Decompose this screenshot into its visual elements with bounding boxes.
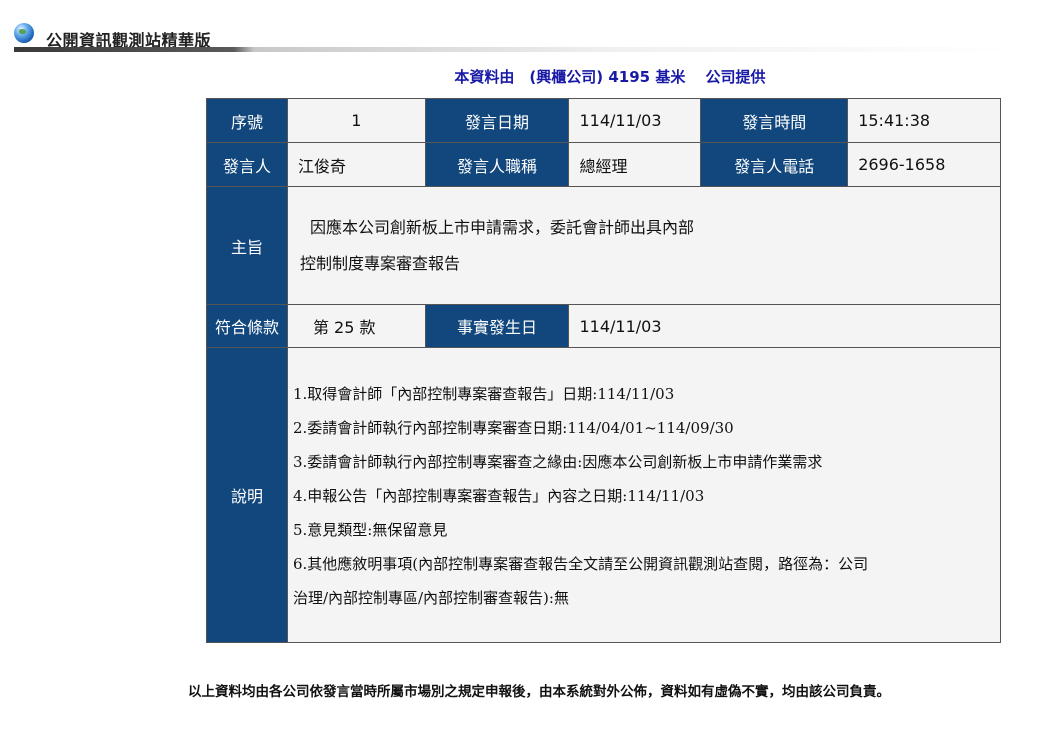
event-date-label: 事實發生日 xyxy=(424,304,570,348)
time-label: 發言時間 xyxy=(700,98,849,143)
speaker-label: 發言人 xyxy=(206,142,288,187)
seq-value: 1 xyxy=(286,98,426,143)
subject-label: 主旨 xyxy=(206,186,288,305)
clause-value: 第 25 款 xyxy=(286,304,426,348)
subject-line: 控制制度專案審查報告 xyxy=(299,253,460,273)
description-line: 3.委請會計師執行內部控制專案審查之緣由:因應本公司創新板上市申請作業需求 xyxy=(292,453,823,471)
description-value: 1.取得會計師「內部控制專案審查報告」日期:114/11/03 2.委請會計師執… xyxy=(286,347,1002,643)
table-row: 主旨 因應本公司創新板上市申請需求，委託會計師出具內部 控制制度專案審查報告 xyxy=(206,186,1002,305)
header-divider xyxy=(14,47,1014,52)
table-row: 序號 1 發言日期 114/11/03 發言時間 15:41:38 xyxy=(206,98,1001,143)
announcement-table: 序號 1 發言日期 114/11/03 發言時間 15:41:38 發言人 江俊… xyxy=(206,98,1002,643)
disclaimer-footer: 以上資料均由各公司依發言當時所屬市場別之規定申報後，由本系統對外公佈，資料如有虛… xyxy=(188,684,890,700)
seq-label: 序號 xyxy=(206,98,288,143)
description-line: 2.委請會計師執行內部控制專案審查日期:114/04/01~114/09/30 xyxy=(292,419,734,437)
subject-line: 因應本公司創新板上市申請需求，委託會計師出具內部 xyxy=(309,217,694,237)
table-row: 符合條款 第 25 款 事實發生日 114/11/03 xyxy=(206,304,1001,348)
clause-label: 符合條款 xyxy=(206,304,288,348)
speaker-title-value: 總經理 xyxy=(568,142,702,187)
speaker-value: 江俊奇 xyxy=(286,142,426,187)
description-label: 說明 xyxy=(206,347,288,643)
description-line: 1.取得會計師「內部控制專案審查報告」日期:114/11/03 xyxy=(292,385,675,403)
phone-label: 發言人電話 xyxy=(700,142,849,187)
table-row: 發言人 江俊奇 發言人職稱 總經理 發言人電話 2696-1658 xyxy=(206,142,1001,187)
date-label: 發言日期 xyxy=(424,98,570,143)
subject-value: 因應本公司創新板上市申請需求，委託會計師出具內部 控制制度專案審查報告 xyxy=(286,186,1002,305)
description-line: 5.意見類型:無保留意見 xyxy=(292,521,448,539)
time-value: 15:41:38 xyxy=(847,98,1001,143)
date-value: 114/11/03 xyxy=(568,98,702,143)
provider-line: 本資料由 (興櫃公司) 4195 基米 公司提供 xyxy=(454,68,766,86)
phone-value: 2696-1658 xyxy=(847,142,1001,187)
description-line: 4.申報公告「內部控制專案審查報告」內容之日期:114/11/03 xyxy=(292,487,705,505)
table-row: 說明 1.取得會計師「內部控制專案審查報告」日期:114/11/03 2.委請會… xyxy=(206,347,1002,643)
event-date-value: 114/11/03 xyxy=(568,304,1001,348)
description-line: 治理/內部控制專區/內部控制審查報告):無 xyxy=(292,589,569,607)
speaker-title-label: 發言人職稱 xyxy=(424,142,570,187)
description-line: 6.其他應敘明事項(內部控制專案審查報告全文請至公開資訊觀測站查閱，路徑為：公司 xyxy=(292,555,869,573)
globe-icon xyxy=(14,23,34,43)
